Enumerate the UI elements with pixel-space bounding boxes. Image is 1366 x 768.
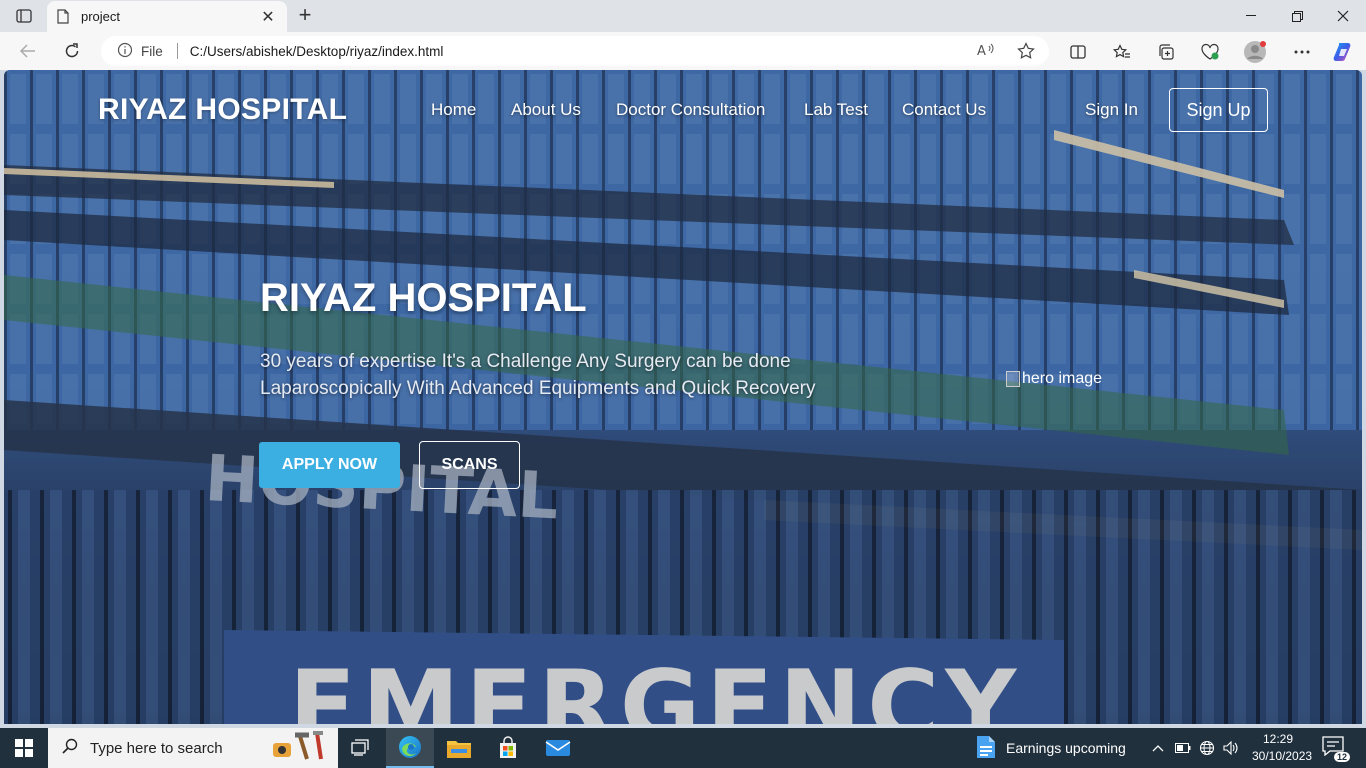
url-text[interactable]: C:/Users/abishek/Desktop/riyaz/index.htm… — [190, 44, 444, 59]
refresh-icon[interactable] — [58, 38, 86, 64]
show-hidden-icons[interactable] — [1148, 728, 1168, 768]
windows-taskbar: Type here to search Earnings upcoming 12… — [0, 728, 1366, 768]
taskbar-mail-icon[interactable] — [534, 728, 582, 768]
taskbar-file-explorer-icon[interactable] — [435, 728, 483, 768]
copilot-icon[interactable] — [1331, 40, 1355, 64]
more-options-icon[interactable] — [1290, 40, 1314, 64]
weather-widget[interactable]: Earnings upcoming — [976, 728, 1126, 768]
search-icon — [62, 738, 78, 758]
network-icon[interactable] — [1196, 728, 1218, 768]
volume-icon[interactable] — [1220, 728, 1242, 768]
widget-label: Earnings upcoming — [1006, 740, 1126, 756]
taskbar-edge-icon[interactable] — [386, 728, 434, 768]
search-highlight-tools-icon — [269, 729, 331, 767]
file-scheme-label: File — [141, 43, 163, 59]
site-navbar: RIYAZ HOSPITAL Home About Us Doctor Cons… — [4, 70, 1362, 150]
scans-button[interactable]: SCANS — [419, 441, 520, 489]
notification-center-icon[interactable]: 12 — [1322, 736, 1350, 762]
taskbar-store-icon[interactable] — [484, 728, 532, 768]
hero-title: RIYAZ HOSPITAL — [260, 276, 587, 320]
info-icon[interactable] — [117, 42, 133, 61]
browser-tab-active[interactable]: project ✕ — [47, 1, 287, 32]
clock-date: 30/10/2023 — [1252, 749, 1313, 763]
nav-about-us[interactable]: About Us — [511, 100, 581, 120]
taskbar-search-input[interactable]: Type here to search — [48, 728, 338, 768]
site-logo[interactable]: RIYAZ HOSPITAL — [98, 93, 347, 127]
read-aloud-icon[interactable]: A — [977, 42, 995, 63]
nav-contact-us[interactable]: Contact Us — [902, 100, 986, 120]
close-window-icon[interactable] — [1320, 0, 1366, 32]
new-tab-icon[interactable]: + — [292, 4, 318, 28]
nav-home[interactable]: Home — [431, 100, 476, 120]
browser-essentials-icon[interactable] — [1198, 40, 1222, 64]
profile-avatar[interactable] — [1243, 40, 1267, 64]
search-placeholder: Type here to search — [90, 739, 223, 757]
back-icon[interactable] — [14, 38, 42, 64]
windows-start-icon[interactable] — [0, 728, 48, 768]
address-divider — [176, 43, 178, 59]
sign-in-link[interactable]: Sign In — [1085, 100, 1138, 120]
svg-text:A: A — [977, 44, 986, 58]
sign-up-button[interactable]: Sign Up — [1169, 88, 1268, 132]
restore-icon[interactable] — [1274, 0, 1320, 32]
page-viewport: HOSPITAL EMERGENCY RIYAZ HOSPITAL Home A… — [4, 70, 1362, 724]
system-clock[interactable]: 12:29 30/10/2023 — [1252, 731, 1313, 765]
browser-tabbar: project ✕ + — [0, 0, 1366, 32]
notification-badge: 12 — [1333, 752, 1350, 762]
hero-image-broken: hero image — [1006, 370, 1102, 388]
hero-image-alt-text: hero image — [1022, 370, 1103, 387]
hero-description: 30 years of expertise It's a Challenge A… — [260, 351, 816, 399]
split-screen-icon[interactable] — [1066, 40, 1090, 64]
favorites-icon[interactable] — [1110, 40, 1134, 64]
battery-icon[interactable] — [1172, 728, 1194, 768]
nav-lab-test[interactable]: Lab Test — [804, 100, 868, 120]
collections-icon[interactable] — [1154, 40, 1178, 64]
clock-time: 12:29 — [1262, 732, 1294, 746]
news-widget-icon — [976, 735, 996, 762]
page-icon — [57, 8, 71, 25]
minimize-icon[interactable] — [1228, 0, 1274, 32]
broken-image-icon — [1006, 371, 1020, 387]
tab-title: project — [81, 9, 121, 24]
address-bar[interactable]: File C:/Users/abishek/Desktop/riyaz/inde… — [101, 36, 1049, 66]
favorite-star-icon[interactable] — [1017, 42, 1035, 63]
browser-toolbar: File C:/Users/abishek/Desktop/riyaz/inde… — [0, 32, 1366, 70]
tab-actions-icon[interactable] — [8, 4, 40, 28]
tab-close-icon[interactable]: ✕ — [259, 7, 277, 27]
task-view-icon[interactable] — [336, 728, 384, 768]
apply-now-button[interactable]: APPLY NOW — [259, 442, 400, 488]
nav-doctor-consultation[interactable]: Doctor Consultation — [616, 100, 765, 120]
